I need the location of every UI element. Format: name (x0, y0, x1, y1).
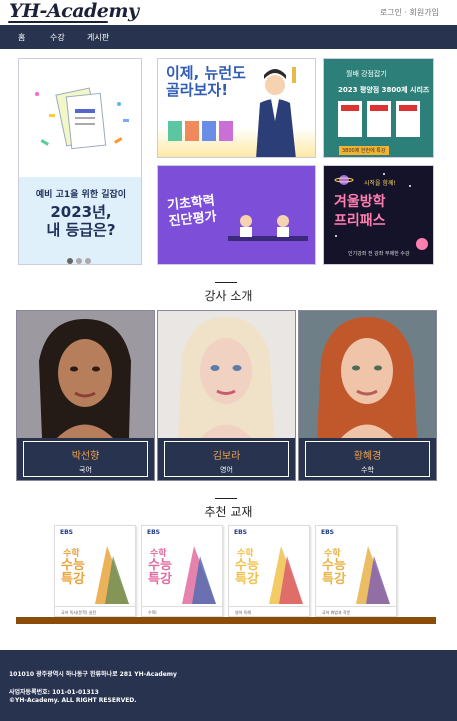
teacher-subject: 수학 (361, 466, 374, 474)
teacher-name: 김보라 (212, 451, 241, 462)
banner-freepass-footer: 인기강좌 전 강좌 무제한 수강 (348, 251, 410, 257)
teacher-photo (299, 311, 436, 438)
banner-neuron[interactable]: 이제, 뉴런도 골라보자! (157, 58, 316, 158)
auth-links: 로그인 · 회원가입 (380, 7, 439, 18)
site-footer: 101010 광주광역시 하나동구 한류하나로 281 YH-Academy 사… (0, 650, 457, 721)
nav-item-board[interactable]: 게시판 (87, 32, 109, 43)
site-logo[interactable]: YH-Academy (9, 0, 139, 22)
books-heading: 추천 교재 (204, 505, 253, 519)
teacher-subject: 국어 (79, 466, 92, 474)
book-cover-art (55, 546, 135, 607)
teacher-nameplate: 박선향 국어 (23, 441, 148, 477)
carousel-dot-3[interactable] (85, 258, 91, 264)
teacher-photo (158, 311, 295, 438)
main-banner-title-line2: 내 등급은? (46, 221, 116, 239)
site-header: YH-Academy 로그인 · 회원가입 (0, 0, 457, 25)
teacher-nameplate: 황혜경 수학 (305, 441, 430, 477)
book-cover[interactable]: EBS 수학 수능 특강 수학Ⅰ (141, 525, 223, 617)
book-cover-art (142, 546, 222, 607)
logo-underline (8, 21, 108, 23)
teachers-heading: 강사 소개 (204, 289, 253, 303)
book-cover-art (316, 546, 396, 607)
teacher-name: 황혜경 (353, 451, 382, 462)
teacher-name: 박선향 (71, 451, 100, 462)
book-caption: 국어 독서(문학) 실전 (61, 610, 97, 615)
teacher-nameplate: 김보라 영어 (164, 441, 289, 477)
book-shelf (16, 617, 436, 624)
banner-freepass[interactable]: 시작을 함께! 겨울방학 프리패스 인기강좌 전 강좌 무제한 수강 (323, 165, 434, 265)
book-cover[interactable]: EBS 수학 수능 특강 영어 독해 (228, 525, 310, 617)
nav-item-courses[interactable]: 수강 (50, 32, 65, 43)
footer-business-number: 사업자등록번호: 101-01-01313 (9, 689, 99, 696)
carousel-dot-1[interactable] (67, 258, 73, 264)
main-banner-title-line1: 2023년, (50, 203, 112, 221)
teacher-photo (17, 311, 154, 438)
book-caption: 영어 독해 (235, 610, 251, 615)
main-banner-subtitle: 예비 고1을 위한 길잡이 (35, 190, 127, 200)
students-illustration (228, 215, 308, 241)
book-caption: 국어 화법과 작문 (322, 610, 351, 615)
footer-copyright: ©YH-Academy. ALL RIGHT RESERVED. (9, 697, 137, 704)
book-cover[interactable]: EBS 수학 수능 특강 국어 화법과 작문 (315, 525, 397, 617)
teacher-illustration (168, 67, 296, 157)
book-cover[interactable]: EBS 수학 수능 특강 국어 독서(문학) 실전 (54, 525, 136, 617)
banner-3800[interactable]: 월배 강점잡기 2023 평양점 3800제 시리즈 3800제 한번에 특강 (323, 58, 434, 158)
footer-address: 101010 광주광역시 하나동구 한류하나로 281 YH-Academy (9, 671, 177, 678)
nav-item-home[interactable]: 홈 (18, 32, 25, 43)
section-divider (215, 498, 237, 499)
banner-freepass-title-line1: 겨울방학 (334, 194, 386, 210)
main-banner-title: 2023년, 내 등급은? (19, 203, 141, 239)
banner-freepass-title: 겨울방학 프리패스 (334, 193, 386, 231)
carousel-dots (67, 249, 94, 264)
coupon-illustration (35, 87, 129, 150)
login-link[interactable]: 로그인 (380, 8, 402, 17)
teacher-subject: 영어 (220, 466, 233, 474)
book-set-illustration (338, 101, 420, 137)
main-banner[interactable]: 예비 고1을 위한 길잡이 2023년, 내 등급은? (18, 58, 142, 265)
banner-diagnostic[interactable]: 기초학력 진단평가 (157, 165, 316, 265)
teacher-card[interactable]: 김보라 영어 (157, 310, 296, 481)
banner-freepass-title-line2: 프리패스 (334, 213, 386, 229)
teacher-card[interactable]: 박선향 국어 (16, 310, 155, 481)
teacher-card[interactable]: 황혜경 수학 (298, 310, 437, 481)
main-nav: 홈 수강 게시판 (0, 25, 457, 49)
link-divider: · (404, 8, 407, 17)
section-divider (215, 282, 237, 283)
carousel-dot-2[interactable] (76, 258, 82, 264)
signup-link[interactable]: 회원가입 (410, 8, 439, 17)
book-cover-art (229, 546, 309, 607)
banner-3800-footer: 3800제 한번에 특강 (339, 146, 389, 155)
book-caption: 수학Ⅰ (148, 610, 157, 615)
